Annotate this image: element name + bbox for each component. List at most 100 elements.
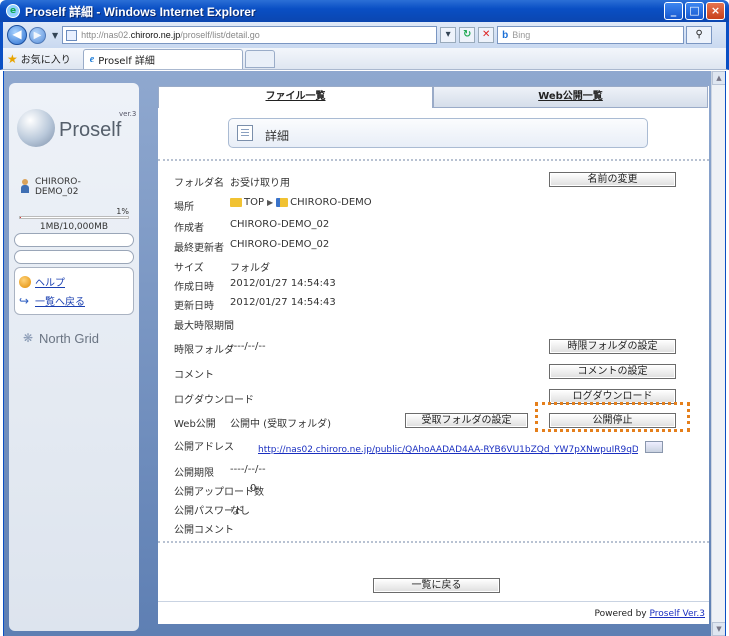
location-breadcrumb: TOP ▶ CHIRORO-DEMO — [230, 197, 372, 209]
copy-url-icon[interactable] — [645, 441, 663, 453]
folder-name-value: お受け取り用 — [230, 178, 290, 189]
proself-logo: Proself ver.3 — [15, 109, 137, 149]
folder-icon — [230, 198, 242, 207]
logo-text: Proself — [59, 119, 122, 141]
user-folder-icon — [276, 198, 289, 207]
sidebar-item-back[interactable]: ↪ 一覧へ戻る — [19, 293, 85, 309]
url-path: /proself/list/detail.go — [180, 30, 260, 40]
back-to-list-link[interactable]: 一覧へ戻る — [35, 293, 85, 308]
created-value: 2012/01/27 14:54:43 — [230, 278, 336, 289]
footer-divider — [158, 601, 709, 602]
window-titlebar: e Proself 詳細 - Windows Internet Explorer… — [0, 0, 729, 22]
timed-folder-value: ----/--/-- — [230, 341, 266, 352]
north-grid-logo-icon: ❋ — [23, 331, 34, 345]
bing-icon: b — [502, 29, 509, 41]
page-title: 詳細 — [265, 129, 290, 143]
browser-tab-label: Proself 詳細 — [98, 55, 155, 67]
sidebar-nav: ヘルプ ↪ 一覧へ戻る — [14, 267, 134, 315]
scroll-down-arrow-icon[interactable]: ▼ — [712, 622, 725, 636]
public-address-label: 公開アドレス — [174, 442, 234, 453]
quota-percent: 1% — [116, 207, 129, 216]
public-comment-label: 公開コメント — [174, 525, 234, 536]
size-label: サイズ — [174, 263, 204, 274]
tab-bar: ファイル一覧 Web公開一覧 — [158, 86, 709, 108]
back-arrow-icon: ↪ — [19, 293, 30, 308]
vertical-scrollbar[interactable]: ▲ ▼ — [711, 71, 725, 636]
log-download-label: ログダウンロード — [174, 395, 254, 406]
updated-label: 更新日時 — [174, 301, 214, 312]
scroll-up-arrow-icon[interactable]: ▲ — [712, 71, 725, 85]
sidebar: Proself ver.3 CHIRORO- DEMO_02 1% 1MB/10… — [9, 83, 139, 631]
public-password-value: なし — [230, 506, 250, 517]
ie-app-icon: e — [6, 4, 20, 18]
receive-folder-settings-button[interactable]: 受取フォルダの設定 — [405, 413, 528, 428]
north-grid-text: North Grid — [39, 331, 99, 346]
forward-button[interactable]: ▶ — [29, 26, 46, 44]
refresh-icon[interactable]: ↻ — [459, 27, 476, 43]
favorites-label[interactable]: お気に入り — [21, 51, 71, 66]
public-address-link[interactable]: http://nas02.chiroro.ne.jp/public/QAhoAA… — [258, 445, 638, 455]
comment-settings-button[interactable]: コメントの設定 — [549, 364, 676, 379]
public-address-value: http://nas02.chiroro.ne.jp/public/QAhoAA… — [258, 444, 638, 455]
new-tab-button[interactable] — [244, 49, 275, 68]
address-dropdown-icon[interactable]: ▾ — [440, 27, 457, 43]
back-to-list-button[interactable]: 一覧に戻る — [373, 578, 500, 593]
breadcrumb-folder[interactable]: CHIRORO-DEMO — [290, 197, 372, 208]
detail-icon — [237, 125, 253, 141]
help-link[interactable]: ヘルプ — [35, 274, 65, 289]
divider-top — [158, 159, 709, 161]
tab-web-publish-list[interactable]: Web公開一覧 — [433, 86, 708, 108]
address-toolbar: ◀ ▶ ▼ http://nas02. chiroro.ne.jp/proself… — [0, 22, 729, 48]
back-button[interactable]: ◀ — [7, 25, 27, 45]
powered-by: Powered by Proself Ver.3 — [594, 609, 705, 619]
north-grid-brand: ❋ North Grid — [23, 331, 99, 346]
search-placeholder: Bing — [512, 30, 531, 40]
user-name: CHIRORO- DEMO_02 — [35, 177, 81, 197]
rename-button[interactable]: 名前の変更 — [549, 172, 676, 187]
public-period-label: 公開期限 — [174, 468, 214, 479]
url-host: chiroro.ne.jp — [130, 30, 181, 40]
divider-bottom — [158, 541, 709, 543]
history-dropdown-icon[interactable]: ▼ — [52, 31, 58, 40]
timed-folder-settings-button[interactable]: 時限フォルダの設定 — [549, 339, 676, 354]
page-heading: 詳細 — [228, 118, 648, 148]
quota-bar-fill — [20, 217, 22, 218]
sidebar-pill-1 — [14, 233, 134, 247]
creator-value: CHIRORO-DEMO_02 — [230, 219, 330, 230]
quota-meter: 1% 1MB/10,000MB — [19, 207, 129, 232]
tab-file-list[interactable]: ファイル一覧 — [158, 86, 433, 108]
last-updater-value: CHIRORO-DEMO_02 — [230, 239, 330, 250]
breadcrumb-separator-icon: ▶ — [267, 198, 274, 207]
created-label: 作成日時 — [174, 282, 214, 293]
minimize-button[interactable]: _ — [664, 2, 683, 20]
browser-tab-current[interactable]: e Proself 詳細 — [82, 48, 243, 69]
url-prefix: http://nas02. — [81, 30, 131, 40]
comment-label: コメント — [174, 370, 214, 381]
ie-tab-icon: e — [89, 53, 95, 65]
breadcrumb-top[interactable]: TOP — [244, 197, 264, 208]
size-value: フォルダ — [230, 263, 270, 274]
maximize-button[interactable]: □ — [685, 2, 704, 20]
main-content: ファイル一覧 Web公開一覧 詳細 フォルダ名 お受け取り用 名前の変更 場所 … — [158, 86, 709, 624]
powered-by-prefix: Powered by — [594, 609, 650, 619]
last-updater-label: 最終更新者 — [174, 243, 224, 254]
favorites-bar: ★ お気に入り e Proself 詳細 — [0, 48, 729, 70]
timed-folder-label: 時限フォルダ — [174, 345, 234, 356]
logo-orb-icon — [17, 109, 55, 147]
close-button[interactable]: × — [706, 2, 725, 20]
sidebar-item-help[interactable]: ヘルプ — [19, 274, 65, 289]
search-input[interactable]: b Bing — [497, 26, 685, 44]
proself-version-link[interactable]: Proself Ver.3 — [650, 609, 706, 619]
web-publish-status: 公開中 (受取フォルダ) — [230, 419, 331, 430]
url-input[interactable]: http://nas02. chiroro.ne.jp/proself/list/… — [62, 26, 438, 44]
logo-version: ver.3 — [119, 110, 137, 118]
search-icon[interactable]: ⚲ — [686, 26, 713, 44]
window-title: Proself 詳細 - Windows Internet Explorer — [25, 4, 256, 19]
updated-value: 2012/01/27 14:54:43 — [230, 297, 336, 308]
tab-web-publish-list-label: Web公開一覧 — [538, 91, 603, 102]
stop-icon[interactable]: ✕ — [478, 27, 495, 43]
folder-name-label: フォルダ名 — [174, 178, 224, 189]
page-icon — [66, 29, 78, 41]
sidebar-pill-2 — [14, 250, 134, 264]
favorites-star-icon[interactable]: ★ — [7, 52, 18, 66]
